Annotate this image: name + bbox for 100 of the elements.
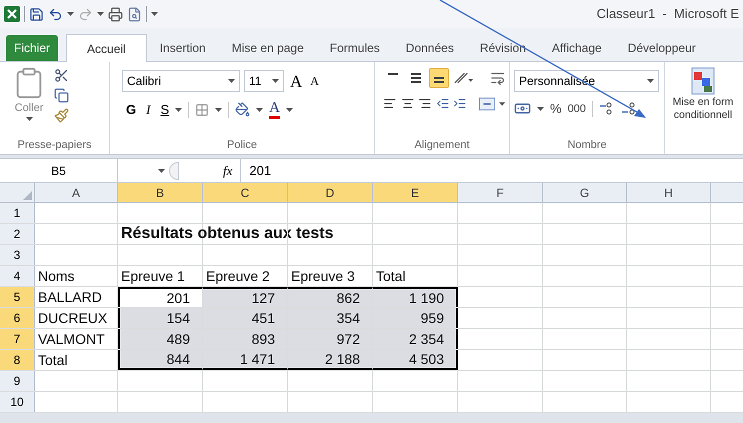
group-label: Police	[226, 138, 258, 153]
cell-text: BALLARD	[38, 288, 102, 306]
increase-indent-icon[interactable]	[453, 96, 466, 111]
column-header[interactable]: F	[458, 183, 543, 202]
caret-icon	[151, 12, 158, 16]
merge-cells-icon[interactable]	[478, 96, 495, 110]
cell-text: Noms	[38, 266, 75, 286]
app-logo-icon	[4, 6, 20, 22]
cell-text: 1 190	[408, 288, 444, 308]
cell-text: Epreuve 1	[121, 266, 185, 286]
formula-field[interactable]: 201	[240, 159, 743, 182]
column-header[interactable]: C	[203, 183, 288, 202]
caret-icon	[647, 79, 654, 83]
row-header[interactable]: 3	[0, 245, 35, 265]
wrap-text-icon[interactable]	[490, 70, 505, 86]
row-header[interactable]: 6	[0, 308, 35, 328]
bold-button[interactable]: G	[126, 100, 136, 120]
paste-label[interactable]: Coller	[14, 100, 44, 116]
cell-text: 844	[166, 350, 190, 368]
column-header[interactable]: D	[288, 183, 373, 202]
cell-text: 862	[336, 288, 360, 308]
align-left-icon[interactable]	[383, 96, 396, 111]
cell-text: VALMONT	[38, 330, 105, 348]
column-header[interactable]: G	[543, 183, 627, 202]
caret-icon	[26, 116, 32, 120]
sheet-title: Résultats obtenus aux tests	[121, 224, 334, 244]
cell-text: 4 503	[408, 350, 444, 368]
caret-icon	[67, 12, 74, 16]
cell-text: 201	[166, 288, 190, 308]
row-header[interactable]: 4	[0, 266, 35, 286]
align-button[interactable]	[429, 68, 449, 88]
formula-bar-handle[interactable]	[169, 162, 179, 180]
column-header[interactable]: H	[627, 183, 711, 202]
cell-text: Total	[38, 350, 68, 370]
copy-icon[interactable]	[54, 88, 69, 103]
cell-text: 154	[166, 308, 190, 328]
underline-button[interactable]: S	[160, 100, 170, 120]
row-header[interactable]: 7	[0, 329, 35, 349]
font-color-button[interactable]: A	[269, 100, 280, 119]
row-header[interactable]: 10	[0, 392, 35, 412]
ribbon-tab[interactable]: Accueil	[66, 34, 147, 62]
caret-icon	[537, 106, 544, 111]
italic-button[interactable]: I	[142, 100, 154, 120]
column-header[interactable]: B	[118, 183, 203, 202]
ribbon-tab[interactable]: Affichage	[538, 35, 615, 61]
decrease-indent-icon[interactable]	[436, 96, 449, 111]
caret-icon	[97, 12, 104, 16]
font-name-field[interactable]: Calibri	[122, 70, 240, 92]
fill-color-icon[interactable]	[235, 102, 250, 118]
percent-button[interactable]: %	[550, 99, 562, 118]
cell-text: DUCREUX	[38, 308, 108, 328]
row-header[interactable]: 1	[0, 203, 35, 223]
orientation-icon[interactable]	[452, 71, 474, 85]
align-right-icon[interactable]	[418, 96, 432, 111]
caret-icon	[215, 108, 222, 112]
function-label[interactable]: fx	[223, 160, 232, 180]
ribbon-tab[interactable]: Données	[392, 35, 467, 61]
cell-text: 972	[336, 330, 360, 348]
group-label: Presse-papiers	[16, 138, 92, 153]
group-label: Nombre	[566, 138, 608, 153]
cell-text: 489	[166, 330, 190, 348]
ribbon-tab[interactable]: Mise en page	[218, 35, 317, 61]
name-box[interactable]: B5	[0, 159, 118, 182]
print-preview-icon[interactable]	[127, 6, 142, 22]
save-icon[interactable]	[29, 6, 44, 22]
ribbon-tab[interactable]: Insertion	[146, 35, 219, 61]
cell-text: 2 188	[324, 350, 360, 368]
file-tab[interactable]: Fichier	[6, 35, 58, 61]
printer-icon[interactable]	[108, 6, 123, 22]
caret-icon	[228, 79, 235, 83]
ribbon-tab[interactable]: Révision	[466, 35, 539, 61]
shrink-font-button[interactable]: A	[308, 75, 321, 87]
row-header[interactable]: 9	[0, 371, 35, 391]
grow-font-button[interactable]: A	[288, 72, 304, 90]
undo-icon[interactable]	[48, 6, 63, 22]
align-center-icon[interactable]	[400, 96, 414, 111]
caret-icon	[158, 168, 165, 172]
ribbon-tab[interactable]: Développeur	[614, 35, 709, 61]
conditional-format-button[interactable]: Mise en form conditionnell	[667, 66, 739, 122]
cell-text: Epreuve 3	[291, 266, 355, 286]
row-header[interactable]: 8	[0, 350, 35, 370]
caret-icon	[175, 108, 182, 112]
ribbon-tab[interactable]: Formules	[316, 35, 393, 61]
decrease-decimal-icon[interactable]	[620, 102, 637, 116]
cell-text: 354	[336, 308, 360, 328]
borders-icon[interactable]	[195, 102, 210, 117]
thousands-button[interactable]: 000	[568, 100, 586, 117]
font-size-field[interactable]: 11	[244, 70, 284, 92]
cell-text: 2 354	[408, 330, 444, 348]
caret-icon	[498, 102, 505, 106]
cell-text: 959	[420, 308, 444, 328]
cut-icon[interactable]	[54, 68, 69, 83]
row-header[interactable]: 5	[0, 287, 35, 307]
column-header[interactable]: E	[373, 183, 458, 202]
format-painter-icon[interactable]	[54, 108, 69, 123]
cell-text: 893	[252, 330, 275, 348]
cell-text: Total	[376, 266, 406, 286]
row-header[interactable]: 2	[0, 224, 35, 244]
cell-text: Epreuve 2	[206, 266, 270, 286]
cell-text: 451	[252, 308, 275, 328]
